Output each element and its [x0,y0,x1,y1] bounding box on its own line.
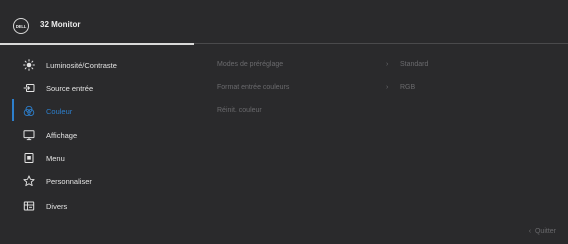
sidebar-item-label: Personnaliser [46,176,92,186]
input-source-icon [23,82,35,94]
sidebar-item-label: Menu [46,153,65,163]
sidebar-item-color[interactable]: Couleur [0,101,200,121]
monitor-osd: DELL 32 Monitor Luminosité/Contraste Sou… [0,0,568,244]
sidebar-item-label: Luminosité/Contraste [46,60,117,70]
sidebar-item-label: Divers [46,201,68,211]
display-icon [23,129,35,141]
sidebar-item-menu[interactable]: Menu [0,148,200,168]
sidebar-item-brightness-contrast[interactable]: Luminosité/Contraste [0,55,200,75]
sidebar-item-personalize[interactable]: Personnaliser [0,171,200,191]
chevron-right-icon: › [386,61,389,68]
setting-label: Modes de préréglage [217,61,284,68]
setting-label: Réinit. couleur [217,107,262,114]
exit-button[interactable]: ‹ Quitter [529,228,556,235]
misc-icon [23,200,35,212]
sidebar-item-label: Affichage [46,130,78,140]
chevron-right-icon: › [386,84,389,91]
sidebar-item-label: Source entrée [46,83,94,93]
sun-icon [23,59,35,71]
osd-header: DELL 32 Monitor [0,0,568,45]
header-divider-highlight [0,42,194,45]
setting-label: Format entrée couleurs [217,84,290,91]
star-icon [23,175,35,187]
sidebar-item-others[interactable]: Divers [0,196,200,216]
sidebar-item-label: Couleur [46,106,73,116]
menu-icon [23,152,35,164]
setting-value: RGB [400,84,416,91]
palette-icon [23,105,35,117]
dell-logo-icon: DELL [13,18,29,34]
sidebar-item-display[interactable]: Affichage [0,125,200,145]
monitor-title: 32 Monitor [40,20,81,29]
sidebar-item-input-source[interactable]: Source entrée [0,78,200,98]
exit-label: Quitter [534,228,556,235]
setting-value: Standard [400,61,429,68]
